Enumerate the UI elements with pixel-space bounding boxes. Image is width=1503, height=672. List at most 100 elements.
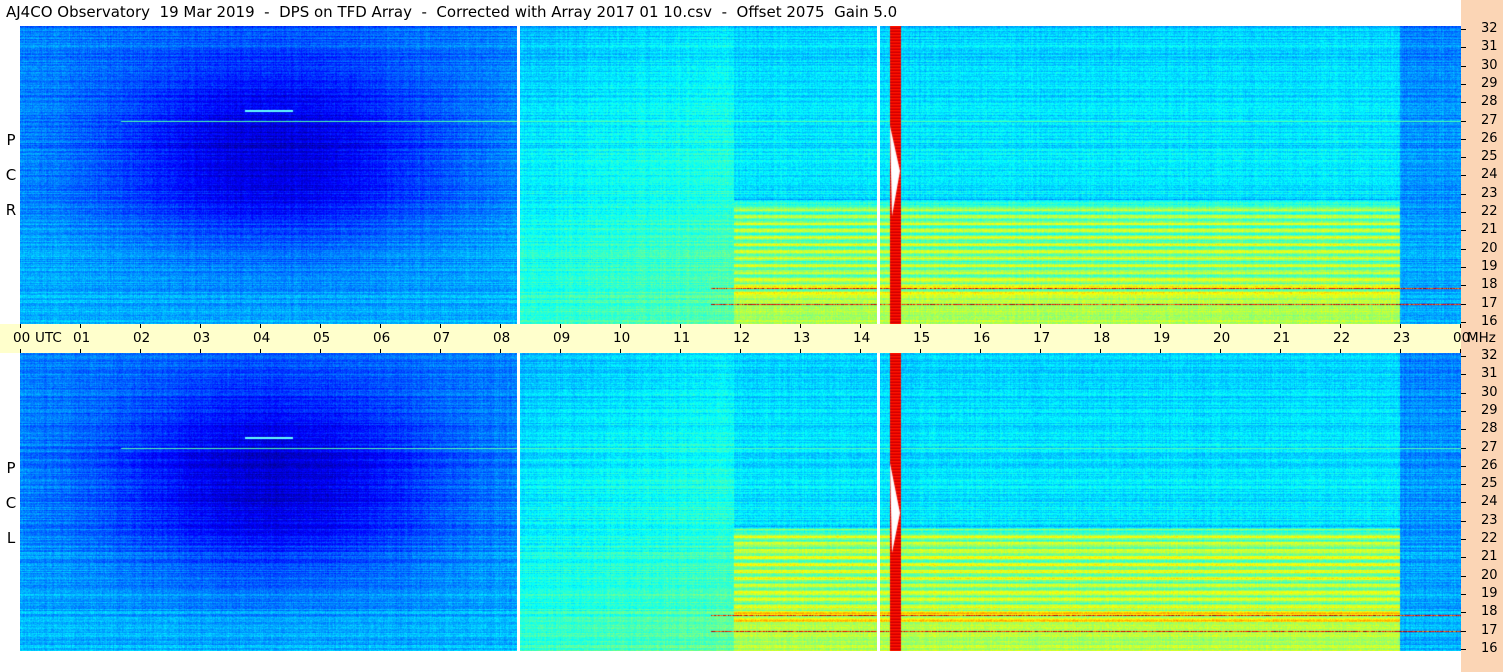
lcp-frequency-label: 30 xyxy=(1481,384,1498,400)
time-axis-label: 06 xyxy=(373,330,391,346)
time-axis-tick xyxy=(80,324,81,328)
time-axis-tick xyxy=(920,324,921,328)
time-axis-tick xyxy=(500,349,501,353)
time-axis-tick xyxy=(1040,349,1041,353)
lcp-frequency-label: 23 xyxy=(1481,512,1498,528)
time-axis-label: 02 xyxy=(133,330,151,346)
rcp-frequency-tick xyxy=(1461,193,1466,195)
time-axis-label: 11 xyxy=(673,330,691,346)
rcp-frequency-tick xyxy=(1461,29,1466,30)
lcp-frequency-label: 28 xyxy=(1481,421,1498,437)
rcp-spectrogram xyxy=(20,26,1461,324)
time-axis-label: 14 xyxy=(853,330,871,346)
rcp-frequency-label: 18 xyxy=(1481,277,1498,293)
time-axis-label: 23 xyxy=(1393,330,1411,346)
time-axis-tick xyxy=(980,349,981,353)
lcp-frequency-label: 24 xyxy=(1481,494,1498,510)
time-axis-tick xyxy=(620,349,621,353)
lcp-frequency-label: 22 xyxy=(1481,531,1498,546)
lcp-letter: C xyxy=(5,494,17,512)
rcp-frequency-tick xyxy=(1461,230,1466,232)
time-axis-tick xyxy=(740,324,741,328)
time-axis-tick xyxy=(800,324,801,328)
time-axis-tick xyxy=(800,349,801,353)
lcp-frequency-label: 18 xyxy=(1481,604,1498,620)
rcp-letter: C xyxy=(5,166,17,184)
time-axis-label: 03 xyxy=(193,330,211,346)
lcp-frequency-tick xyxy=(1461,593,1466,595)
lcp-frequency-tick xyxy=(1461,447,1466,449)
lcp-frequency-tick xyxy=(1461,557,1466,559)
time-axis-tick xyxy=(380,349,381,353)
time-axis-label: 15 xyxy=(913,330,931,346)
time-axis-tick xyxy=(1220,324,1221,328)
lcp-frequency-tick xyxy=(1461,612,1466,614)
lcp-frequency-tick xyxy=(1461,502,1466,504)
lcp-frequency-label: 27 xyxy=(1481,439,1498,455)
rcp-marker-line-2 xyxy=(877,26,880,324)
lcp-frequency-label: 25 xyxy=(1481,476,1498,492)
time-axis-tick xyxy=(440,349,441,353)
rcp-frequency-tick xyxy=(1461,65,1466,67)
time-axis-tick xyxy=(1460,349,1461,353)
time-axis-tick xyxy=(1400,324,1401,328)
time-axis-tick xyxy=(1160,324,1161,328)
rcp-frequency-label: 23 xyxy=(1481,185,1498,201)
lcp-frequency-label: 16 xyxy=(1481,640,1498,656)
time-axis-tick xyxy=(1280,324,1281,328)
rcp-frequency-label: 28 xyxy=(1481,94,1498,110)
time-axis-tick xyxy=(920,349,921,353)
time-axis-tick xyxy=(1100,324,1101,328)
lcp-frequency-label: 26 xyxy=(1481,457,1498,473)
time-axis-label: 04 xyxy=(253,330,271,346)
time-axis-tick xyxy=(20,349,21,353)
time-axis-tick xyxy=(200,324,201,328)
time-axis-tick xyxy=(140,349,141,353)
lcp-frequency-tick xyxy=(1461,484,1466,486)
time-axis-tick xyxy=(320,349,321,353)
lcp-frequency-label: 31 xyxy=(1481,366,1498,382)
rcp-frequency-tick xyxy=(1461,303,1466,305)
rcp-frequency-tick xyxy=(1461,83,1466,85)
rcp-frequency-tick xyxy=(1461,175,1466,177)
time-axis-label: 21 xyxy=(1273,330,1291,346)
rcp-frequency-label: 17 xyxy=(1481,295,1498,311)
time-axis-tick xyxy=(1280,349,1281,353)
time-axis-label: 05 xyxy=(313,330,331,346)
lcp-frequency-label: 32 xyxy=(1481,348,1498,363)
lcp-frequency-tick xyxy=(1461,356,1466,357)
rcp-frequency-label: 21 xyxy=(1481,222,1498,238)
time-axis-tick xyxy=(740,349,741,353)
lcp-frequency-tick xyxy=(1461,410,1466,412)
rcp-frequency-label: 27 xyxy=(1481,112,1498,128)
rcp-frequency-tick xyxy=(1461,321,1466,323)
rcp-frequency-tick xyxy=(1461,102,1466,104)
time-axis-label: 16 xyxy=(973,330,991,346)
rcp-frequency-label: 22 xyxy=(1481,204,1498,219)
time-axis-tick xyxy=(860,324,861,328)
time-axis-tick xyxy=(1400,349,1401,353)
lcp-frequency-label: 29 xyxy=(1481,402,1498,418)
lcp-frequency-tick xyxy=(1461,630,1466,632)
time-axis-tick xyxy=(380,324,381,328)
rcp-frequency-label: 32 xyxy=(1481,21,1498,36)
lcp-frequency-tick xyxy=(1461,374,1466,376)
time-axis-label: 20 xyxy=(1213,330,1231,346)
time-axis-label: 22 xyxy=(1333,330,1351,346)
time-axis-tick xyxy=(320,324,321,328)
lcp-letter: P xyxy=(6,459,16,477)
time-axis-tick xyxy=(1040,324,1041,328)
lcp-frequency-tick xyxy=(1461,648,1466,650)
rcp-frequency-tick xyxy=(1461,138,1466,140)
time-axis-tick xyxy=(20,324,21,328)
time-axis-label: 13 xyxy=(793,330,811,346)
time-axis-tick xyxy=(560,349,561,353)
time-axis-label: 10 xyxy=(613,330,631,346)
time-axis-tick xyxy=(140,324,141,328)
rcp-frequency-label: 20 xyxy=(1481,240,1498,256)
rcp-frequency-label: 19 xyxy=(1481,258,1498,274)
rcp-frequency-tick xyxy=(1461,120,1466,122)
time-axis-tick xyxy=(260,324,261,328)
time-axis-label: 17 xyxy=(1033,330,1051,346)
rcp-frequency-label: 31 xyxy=(1481,39,1498,55)
